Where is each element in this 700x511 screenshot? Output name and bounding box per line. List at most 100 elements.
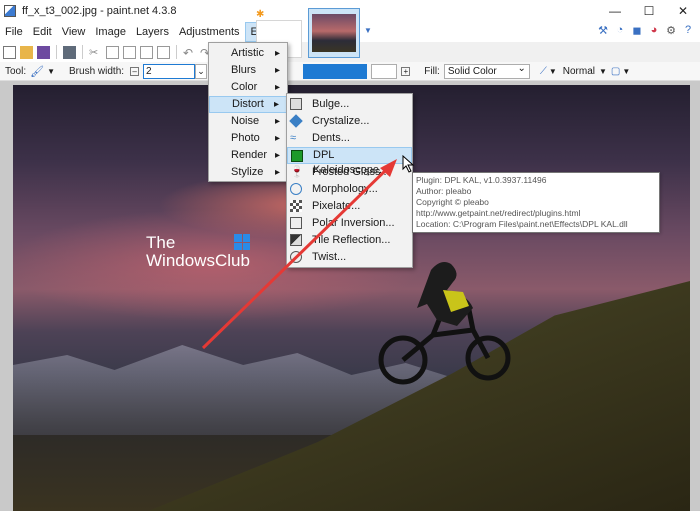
brush-width-input[interactable]: 2 [143, 63, 196, 79]
minimize-button[interactable]: — [598, 0, 632, 22]
crop-icon[interactable] [140, 45, 153, 59]
menu-edit[interactable]: Edit [28, 22, 57, 42]
open-file-icon[interactable] [20, 45, 33, 59]
hardness-input[interactable] [371, 63, 398, 79]
crystalize-icon [289, 114, 303, 128]
tooltip-copyright: Copyright © pleabo [416, 197, 489, 207]
menu-twist[interactable]: Twist... [287, 249, 412, 266]
menu-pixelate-label: Pixelate... [312, 200, 361, 212]
window-controls: — ☐ ✕ [598, 0, 700, 22]
separator [82, 45, 83, 59]
menu-crystalize-label: Crystalize... [312, 115, 370, 127]
hardness-slider[interactable] [303, 63, 368, 79]
antialias-dropdown-icon[interactable]: ▼ [549, 67, 557, 76]
antialias-icon[interactable]: ⟋ [540, 66, 547, 77]
menu-color[interactable]: Color [209, 79, 287, 96]
layers-icon[interactable]: ◼ [631, 24, 643, 37]
frosted-glass-icon: 🍷 [290, 166, 304, 178]
menu-tile-reflection[interactable]: Tile Reflection... [287, 232, 412, 249]
polar-inversion-icon [290, 217, 302, 229]
menu-morphology-label: Morphology... [312, 183, 378, 195]
decrease-width-button[interactable]: – [130, 66, 140, 76]
menu-layers[interactable]: Layers [131, 22, 174, 42]
colors-icon[interactable]: ◕ [648, 24, 660, 36]
menu-bulge-label: Bulge... [312, 98, 350, 110]
fill-select[interactable]: Solid Color [443, 62, 530, 79]
twist-icon [290, 251, 302, 263]
top-right-tools: ⚒ ◔ ◼ ◕ ⚙ ? [597, 24, 694, 37]
tooltip-plugin: Plugin: DPL KAL, v1.0.3937.11496 [416, 175, 547, 185]
menu-photo[interactable]: Photo [209, 130, 287, 147]
thumbnail-image [312, 14, 356, 52]
dents-icon: ≈ [290, 132, 297, 144]
menu-view[interactable]: View [57, 22, 91, 42]
pixelate-icon [290, 200, 302, 212]
tooltip-location: Location: C:\Program Files\paint.net\Eff… [416, 219, 628, 229]
blend-mode-select[interactable]: Normal [563, 66, 595, 77]
chevron-down-icon[interactable]: ▼ [364, 26, 372, 35]
menu-tile-reflection-label: Tile Reflection... [312, 234, 391, 246]
separator [176, 45, 177, 59]
brush-width-dropdown[interactable]: ⌄ [195, 63, 208, 79]
menu-morphology[interactable]: Morphology... [287, 181, 412, 198]
menu-blurs[interactable]: Blurs [209, 62, 287, 79]
blend-dropdown-icon[interactable]: ▼ [599, 67, 607, 76]
undo-icon[interactable]: ↶ [183, 46, 196, 60]
paste-icon[interactable] [123, 45, 136, 59]
increase-hardness-button[interactable]: + [401, 66, 411, 76]
unsaved-star-icon: ✱ [256, 9, 265, 20]
menu-frosted-glass[interactable]: 🍷 Frosted Glass... [287, 164, 412, 181]
menu-pixelate[interactable]: Pixelate... [287, 198, 412, 215]
save-icon[interactable] [37, 45, 50, 59]
morphology-icon [290, 183, 302, 195]
menu-noise[interactable]: Noise [209, 113, 287, 130]
menu-stylize[interactable]: Stylize [209, 164, 287, 181]
menu-dents-label: Dents... [312, 132, 350, 144]
tool-options-bar: Tool: 🖌 ▼ Brush width: – 2 ⌄ + H + Fill:… [0, 62, 700, 81]
menu-dpl-kaleidoscope[interactable]: DPL Kaleidoscope... [287, 147, 412, 176]
brush-width-label: Brush width: [69, 65, 125, 77]
tool-label: Tool: [5, 65, 27, 77]
selection-dropdown-icon[interactable]: ▼ [622, 67, 630, 76]
history-icon[interactable]: ◔ [614, 24, 626, 36]
fill-label: Fill: [424, 65, 440, 77]
menu-polar-inversion[interactable]: Polar Inversion... [287, 215, 412, 232]
menu-bulge[interactable]: Bulge... [287, 96, 412, 113]
effects-menu: Artistic Blurs Color Distort Noise Photo… [208, 42, 288, 182]
menu-dents[interactable]: ≈ Dents... [287, 130, 412, 147]
plugin-tooltip: Plugin: DPL KAL, v1.0.3937.11496 Author:… [412, 172, 660, 233]
tooltip-url: http://www.getpaint.net/redirect/plugins… [416, 208, 581, 218]
maximize-button[interactable]: ☐ [632, 0, 666, 22]
cut-icon[interactable]: ✂ [89, 46, 102, 59]
menu-image[interactable]: Image [90, 22, 131, 42]
menu-artistic[interactable]: Artistic [209, 45, 287, 62]
menu-polar-inversion-label: Polar Inversion... [312, 217, 395, 229]
window-title: ff_x_t3_002.jpg - paint.net 4.3.8 [22, 5, 177, 17]
menu-file[interactable]: File [0, 22, 28, 42]
help-icon[interactable]: ? [682, 24, 694, 36]
menu-frosted-glass-label: Frosted Glass... [312, 166, 390, 178]
close-button[interactable]: ✕ [666, 0, 700, 22]
image-tab-active[interactable] [308, 8, 360, 58]
distort-submenu: Bulge... Crystalize... ≈ Dents... DPL Kal… [286, 93, 413, 268]
menu-twist-label: Twist... [312, 251, 347, 263]
tools-icon[interactable]: ⚒ [597, 24, 609, 37]
windows-logo-icon [234, 234, 250, 250]
menu-render[interactable]: Render [209, 147, 287, 164]
menu-crystalize[interactable]: Crystalize... [287, 113, 412, 130]
tool-dropdown-icon[interactable]: ▼ [47, 67, 55, 76]
gear-icon[interactable]: ⚙ [665, 24, 677, 37]
menu-distort[interactable]: Distort [209, 96, 287, 113]
paintbrush-icon[interactable]: 🖌 [30, 65, 44, 78]
mouse-cursor-icon [402, 155, 415, 173]
tooltip-author: Author: pleabo [416, 186, 472, 196]
print-icon[interactable] [63, 45, 76, 59]
bulge-icon [290, 98, 302, 110]
deselect-icon[interactable] [157, 45, 170, 59]
dpl-kaleidoscope-icon [291, 150, 303, 162]
tile-reflection-icon [290, 234, 302, 246]
menu-adjustments[interactable]: Adjustments [174, 22, 245, 42]
new-file-icon[interactable] [3, 45, 16, 59]
selection-mode-icon[interactable]: ▢ [611, 66, 620, 77]
copy-icon[interactable] [106, 45, 119, 59]
